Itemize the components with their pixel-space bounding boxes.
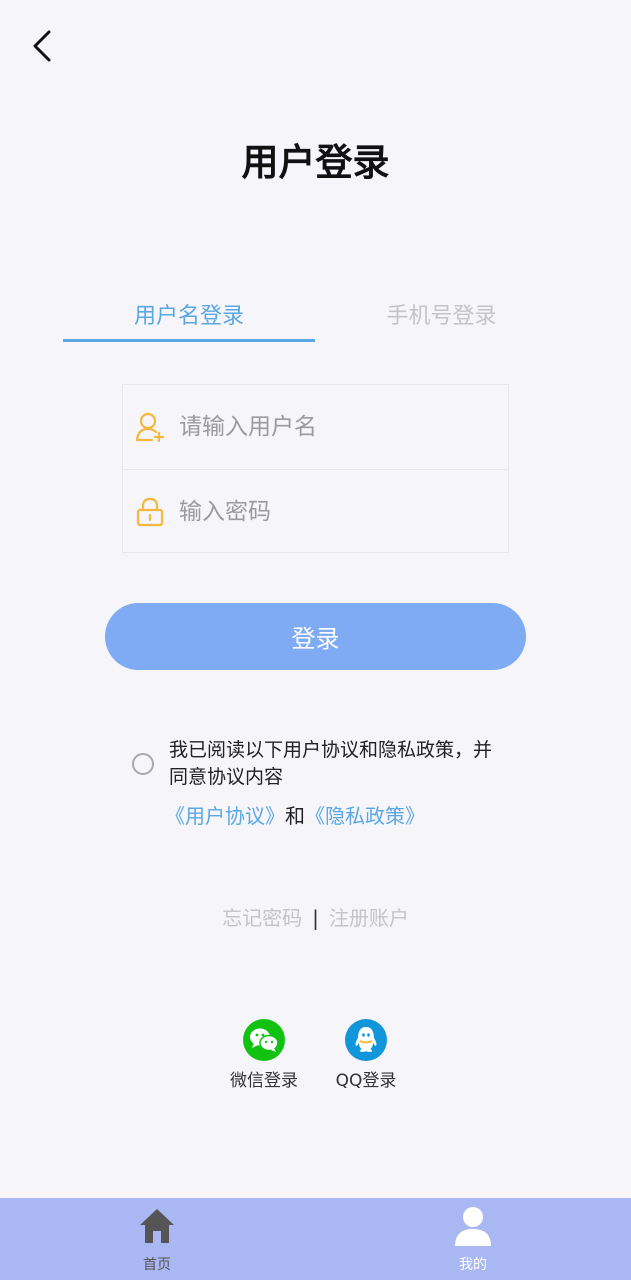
login-tabs: 用户名登录 手机号登录 (63, 290, 568, 342)
username-input[interactable] (179, 407, 498, 447)
password-input[interactable] (179, 492, 498, 532)
login-form (122, 384, 509, 553)
home-icon (140, 1209, 174, 1243)
user-icon (455, 1207, 491, 1246)
wechat-login-button[interactable]: 微信登录 (219, 1019, 309, 1091)
user-agreement-link[interactable]: 《用户协议》 (165, 804, 285, 828)
qq-icon (355, 1027, 377, 1052)
tab-username-login[interactable]: 用户名登录 (63, 290, 315, 342)
register-link[interactable]: 注册账户 (329, 906, 409, 930)
login-button[interactable]: 登录 (105, 603, 526, 670)
wechat-login-label: 微信登录 (230, 1071, 298, 1091)
agreement-links: 《用户协议》和《隐私政策》 (165, 800, 425, 829)
login-page: 用户登录 用户名登录 手机号登录 登录 我已阅读以下用户协议和隐私政策，并 (0, 0, 631, 1280)
lock-icon (136, 497, 164, 527)
account-links: 忘记密码 | 注册账户 (0, 902, 631, 931)
agreement-checkbox[interactable] (132, 753, 154, 775)
wechat-icon (250, 1028, 279, 1052)
back-button[interactable] (26, 28, 58, 64)
tabbar-label-home: 首页 (143, 1257, 171, 1273)
qq-login-label: QQ登录 (335, 1071, 397, 1091)
bottom-tab-bar: 首页 我的 (0, 1198, 631, 1280)
tab-phone-login[interactable]: 手机号登录 (315, 290, 568, 342)
agreement-text: 我已阅读以下用户协议和隐私政策，并同意协议内容 (169, 739, 493, 788)
qq-login-button[interactable]: QQ登录 (321, 1019, 411, 1091)
tabbar-label-mine: 我的 (459, 1257, 487, 1273)
username-row (123, 385, 508, 469)
add-user-icon (135, 412, 165, 443)
tabbar-item-home[interactable]: 首页 (122, 1206, 192, 1274)
and-text: 和 (285, 804, 305, 828)
page-title: 用户登录 (241, 141, 390, 184)
link-separator: | (312, 906, 319, 930)
chevron-left-icon (33, 30, 51, 62)
tabbar-item-mine[interactable]: 我的 (438, 1206, 508, 1274)
privacy-policy-link[interactable]: 《隐私政策》 (305, 804, 425, 828)
forgot-password-link[interactable]: 忘记密码 (222, 906, 302, 930)
password-row (123, 469, 508, 553)
